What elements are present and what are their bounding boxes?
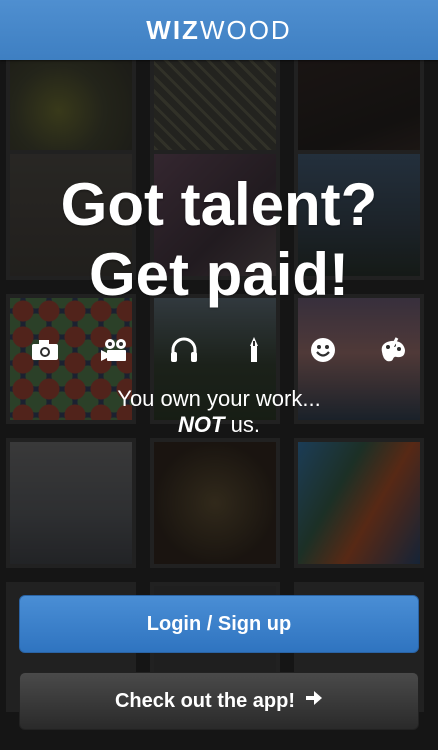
tagline: You own your work... NOT us. <box>0 386 438 438</box>
arrow-right-icon <box>305 689 323 713</box>
headphones-icon <box>169 335 199 365</box>
tagline-line-1: You own your work... <box>117 386 321 411</box>
logo-light-text: WOOD <box>199 14 292 45</box>
video-camera-icon <box>100 335 130 365</box>
check-out-app-button[interactable]: Check out the app! <box>19 672 419 730</box>
tagline-line-2: NOT us. <box>0 412 438 438</box>
wizwood-logo[interactable]: WIZ WOOD <box>146 15 291 46</box>
category-icons <box>30 335 408 365</box>
logo-bold-text: WIZ <box>146 14 200 45</box>
tagline-emphasis: NOT <box>178 412 225 437</box>
camera-icon <box>30 335 60 365</box>
app-screen: WIZ WOOD Got talent? Get paid! You own y… <box>0 0 438 750</box>
header-bar: WIZ WOOD <box>0 0 438 60</box>
headline-line-2: Get paid! <box>88 241 349 308</box>
login-signup-button[interactable]: Login / Sign up <box>19 595 419 653</box>
headline-line-1: Got talent? <box>60 171 378 238</box>
hero-headline: Got talent? Get paid! <box>0 170 438 310</box>
pen-icon <box>239 335 269 365</box>
tagline-line-2-rest: us. <box>224 412 260 437</box>
check-out-app-label: Check out the app! <box>114 689 295 712</box>
login-signup-label: Login / Sign up <box>146 612 292 635</box>
palette-icon <box>378 335 408 365</box>
smiley-icon <box>308 335 338 365</box>
